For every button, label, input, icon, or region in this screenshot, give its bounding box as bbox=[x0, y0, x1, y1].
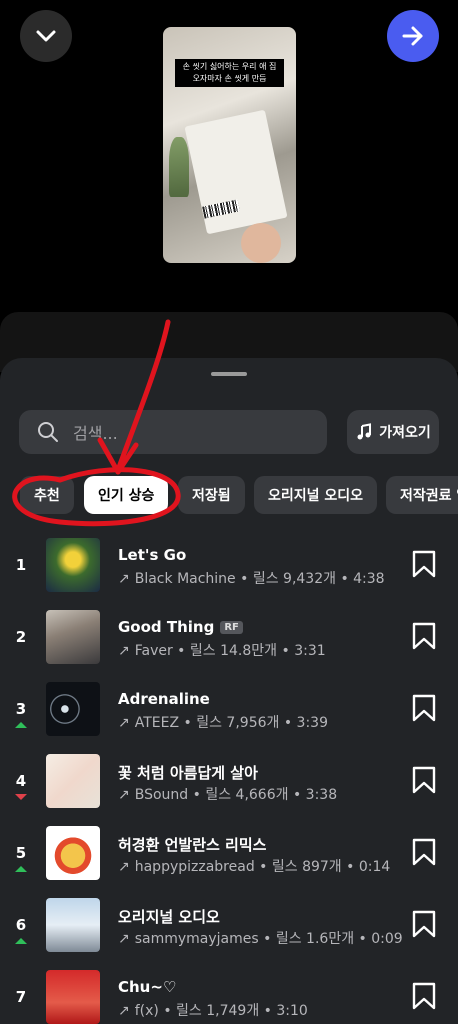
search-input[interactable]: 검색... bbox=[19, 410, 327, 454]
track-meta: ↗ BSound • 릴스 4,666개 • 3:38 bbox=[118, 784, 337, 804]
audio-sheet: 검색... 가져오기 추천 인기 상승 저장됨 오리지널 오디오 저작권료 없음… bbox=[0, 358, 458, 1024]
track-rank: 2 bbox=[15, 628, 27, 646]
track-meta-text: happypizzabread • 릴스 897개 • 0:14 bbox=[134, 859, 391, 875]
track-meta-text: BSound • 릴스 4,666개 • 3:38 bbox=[134, 787, 338, 803]
trending-arrow-icon: ↗ bbox=[118, 931, 130, 947]
track-meta: ↗ sammymayjames • 릴스 1.6만개 • 0:09 bbox=[118, 928, 403, 948]
album-art bbox=[46, 826, 100, 880]
album-art bbox=[46, 538, 100, 592]
track-row[interactable]: 7 Chu~♡ ↗ f(x) • 릴스 1,749개 • 3:10 bbox=[0, 970, 458, 1024]
track-title: Adrenaline bbox=[118, 690, 210, 708]
tab-trending[interactable]: 인기 상승 bbox=[84, 476, 169, 514]
album-art bbox=[46, 682, 100, 736]
preview-hand bbox=[241, 223, 281, 263]
track-row[interactable]: 3 Adrenaline ↗ ATEEZ • 릴스 7,956개 • 3:39 bbox=[0, 682, 458, 754]
track-rank: 6 bbox=[15, 916, 27, 934]
track-rank: 4 bbox=[15, 772, 27, 790]
bookmark-icon[interactable] bbox=[411, 838, 437, 866]
royalty-free-badge: RF bbox=[220, 620, 243, 634]
trending-arrow-icon: ↗ bbox=[118, 643, 130, 659]
trending-arrow-icon: ↗ bbox=[118, 715, 130, 731]
album-art bbox=[46, 898, 100, 952]
trending-arrow-icon: ↗ bbox=[118, 859, 130, 875]
track-meta-text: Faver • 릴스 14.8만개 • 3:31 bbox=[134, 643, 326, 659]
track-row[interactable]: 6 오리지널 오디오 ↗ sammymayjames • 릴스 1.6만개 • 0… bbox=[0, 898, 458, 970]
track-title-text: Adrenaline bbox=[118, 690, 210, 708]
track-title-text: 꽃 처럼 아름답게 살아 bbox=[118, 764, 258, 782]
track-title: Let's Go bbox=[118, 546, 186, 564]
trending-arrow-icon: ↗ bbox=[118, 571, 130, 587]
bookmark-icon[interactable] bbox=[411, 910, 437, 938]
music-note-icon bbox=[357, 423, 372, 440]
track-title: Chu~♡ bbox=[118, 978, 176, 996]
bookmark-icon[interactable] bbox=[411, 694, 437, 722]
rank-down-icon bbox=[15, 794, 27, 800]
import-label: 가져오기 bbox=[379, 425, 431, 441]
track-meta: ↗ Black Machine • 릴스 9,432개 • 4:38 bbox=[118, 568, 385, 588]
track-meta: ↗ happypizzabread • 릴스 897개 • 0:14 bbox=[118, 856, 390, 876]
bookmark-icon[interactable] bbox=[411, 982, 437, 1010]
track-meta-text: ATEEZ • 릴스 7,956개 • 3:39 bbox=[134, 715, 328, 731]
chevron-down-icon bbox=[36, 30, 56, 42]
top-bar: 손 씻기 싫어하는 우리 애 집 오자마자 손 씻게 만듬 bbox=[0, 0, 458, 300]
track-row[interactable]: 5 허경환 언발란스 리믹스 ↗ happypizzabread • 릴스 897… bbox=[0, 826, 458, 898]
track-meta-text: Black Machine • 릴스 9,432개 • 4:38 bbox=[134, 571, 385, 587]
preview-box bbox=[184, 109, 288, 235]
rank-up-icon bbox=[15, 722, 27, 728]
import-button[interactable]: 가져오기 bbox=[347, 410, 439, 454]
bookmark-icon[interactable] bbox=[411, 550, 437, 578]
search-icon bbox=[38, 422, 58, 442]
track-rank: 1 bbox=[15, 556, 27, 574]
track-rank: 5 bbox=[15, 844, 27, 862]
track-title: 허경환 언발란스 리믹스 bbox=[118, 834, 266, 855]
track-title: 꽃 처럼 아름답게 살아 bbox=[118, 762, 258, 783]
preview-caption: 손 씻기 싫어하는 우리 애 집 오자마자 손 씻게 만듬 bbox=[175, 59, 284, 87]
track-meta: ↗ Faver • 릴스 14.8만개 • 3:31 bbox=[118, 640, 326, 660]
tab-recommended[interactable]: 추천 bbox=[20, 476, 74, 514]
search-placeholder: 검색... bbox=[73, 424, 118, 443]
track-row[interactable]: 1 Let's Go ↗ Black Machine • 릴스 9,432개 • … bbox=[0, 538, 458, 610]
collapse-button[interactable] bbox=[20, 10, 72, 62]
bookmark-icon[interactable] bbox=[411, 766, 437, 794]
drag-handle[interactable] bbox=[211, 372, 247, 376]
track-rank: 3 bbox=[15, 700, 27, 718]
track-title-text: 오리지널 오디오 bbox=[118, 908, 220, 926]
filter-tabs: 추천 인기 상승 저장됨 오리지널 오디오 저작권료 없음 bbox=[0, 476, 458, 516]
album-art bbox=[46, 970, 100, 1024]
preview-plant bbox=[169, 137, 189, 197]
track-title-text: Chu~♡ bbox=[118, 978, 177, 996]
tab-royalty-free[interactable]: 저작권료 없음 bbox=[386, 476, 458, 514]
track-title: 오리지널 오디오 bbox=[118, 906, 220, 927]
track-row[interactable]: 2 Good Thing RF ↗ Faver • 릴스 14.8만개 • 3:31 bbox=[0, 610, 458, 682]
track-title: Good Thing RF bbox=[118, 618, 243, 636]
trending-arrow-icon: ↗ bbox=[118, 787, 130, 803]
track-title-text: Let's Go bbox=[118, 546, 187, 564]
tab-original-audio[interactable]: 오리지널 오디오 bbox=[254, 476, 378, 514]
rank-up-icon bbox=[15, 866, 27, 872]
track-title-text: Good Thing bbox=[118, 618, 215, 636]
trending-arrow-icon: ↗ bbox=[118, 1003, 130, 1019]
track-rank: 7 bbox=[15, 988, 27, 1006]
track-row[interactable]: 4 꽃 처럼 아름답게 살아 ↗ BSound • 릴스 4,666개 • 3:3… bbox=[0, 754, 458, 826]
album-art bbox=[46, 754, 100, 808]
bookmark-icon[interactable] bbox=[411, 622, 437, 650]
track-meta-text: sammymayjames • 릴스 1.6만개 • 0:09 bbox=[134, 931, 403, 947]
album-art bbox=[46, 610, 100, 664]
track-meta-text: f(x) • 릴스 1,749개 • 3:10 bbox=[134, 1003, 308, 1019]
track-meta: ↗ f(x) • 릴스 1,749개 • 3:10 bbox=[118, 1000, 308, 1020]
video-preview[interactable]: 손 씻기 싫어하는 우리 애 집 오자마자 손 씻게 만듬 bbox=[163, 27, 296, 263]
track-title-text: 허경환 언발란스 리믹스 bbox=[118, 836, 267, 854]
tab-saved[interactable]: 저장됨 bbox=[178, 476, 245, 514]
next-button[interactable] bbox=[387, 10, 439, 62]
rank-up-icon bbox=[15, 938, 27, 944]
arrow-right-icon bbox=[402, 26, 423, 46]
track-meta: ↗ ATEEZ • 릴스 7,956개 • 3:39 bbox=[118, 712, 328, 732]
